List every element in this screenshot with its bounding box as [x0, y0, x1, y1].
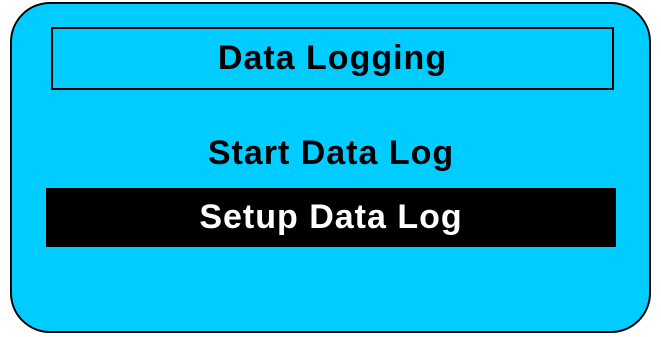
title-bar: Data Logging	[51, 27, 614, 90]
menu-item-setup-data-log[interactable]: Setup Data Log	[46, 188, 616, 247]
menu-item-start-data-log[interactable]: Start Data Log	[46, 124, 616, 183]
screen-title: Data Logging	[217, 39, 448, 77]
lcd-screen: Data Logging Start Data Log Setup Data L…	[10, 2, 651, 333]
